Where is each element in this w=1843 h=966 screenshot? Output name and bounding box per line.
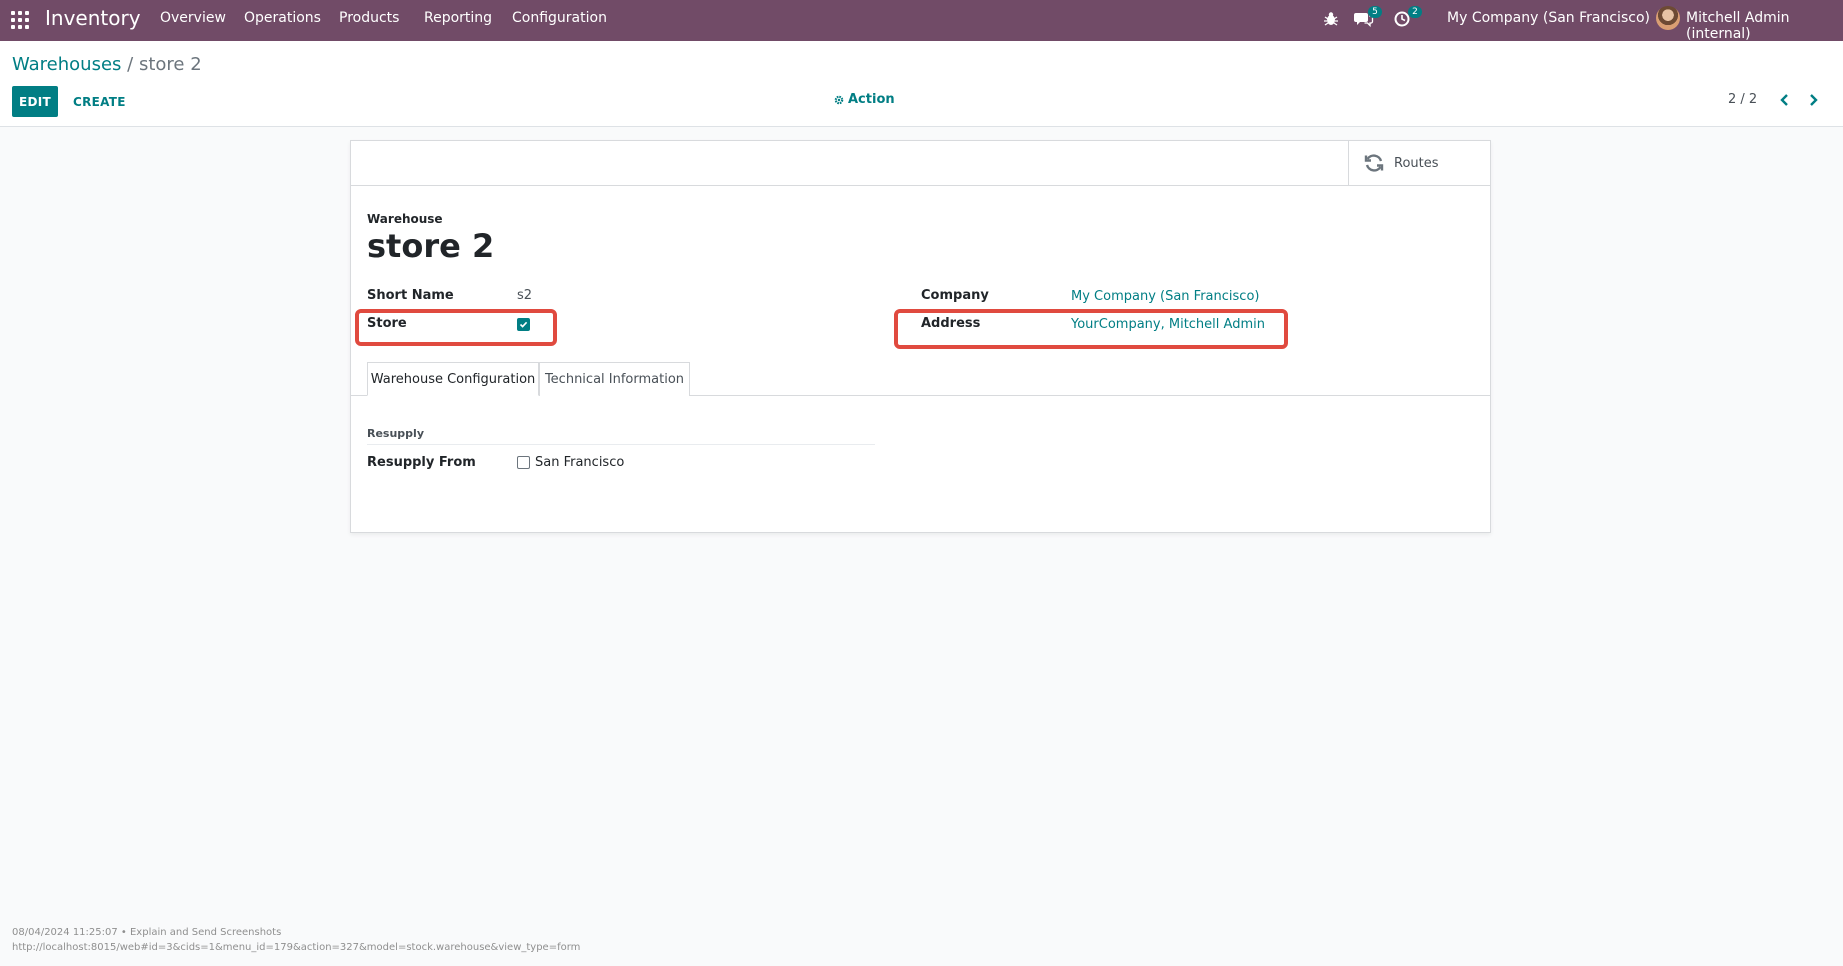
resupply-group-title: Resupply (367, 427, 424, 440)
company-switcher[interactable]: My Company (San Francisco) (1447, 10, 1650, 26)
apps-menu-icon[interactable] (11, 11, 29, 29)
company-value-link[interactable]: My Company (San Francisco) (1071, 289, 1259, 304)
top-navbar: Inventory Overview Operations Products R… (0, 0, 1843, 42)
breadcrumb-warehouses-link[interactable]: Warehouses (12, 54, 121, 75)
resupply-san-francisco-checkbox[interactable] (517, 456, 530, 469)
pager-value[interactable]: 2 / 2 (1728, 92, 1757, 107)
user-avatar[interactable] (1656, 6, 1680, 30)
footer-timestamp: 08/04/2024 11:25:07 • Explain and Send S… (12, 927, 282, 938)
company-label: Company (921, 288, 989, 303)
action-menu-button[interactable]: Action (834, 92, 895, 107)
short-name-label: Short Name (367, 288, 454, 303)
messages-count-badge: 5 (1368, 6, 1382, 18)
resupply-group-separator (367, 444, 875, 445)
gear-icon (834, 95, 844, 104)
tab-technical-information[interactable]: Technical Information (539, 362, 690, 396)
short-name-value: s2 (517, 288, 533, 303)
breadcrumb-current: store 2 (138, 54, 202, 75)
debug-bug-icon[interactable] (1322, 10, 1342, 30)
breadcrumb: Warehouses / store 2 (12, 54, 202, 76)
activities-clock-icon[interactable]: 2 (1394, 6, 1422, 30)
smart-button-box: Routes (351, 141, 1490, 186)
messages-icon[interactable]: 5 (1354, 6, 1382, 30)
pager-next-chevron-right-icon[interactable] (1803, 90, 1823, 110)
create-button[interactable]: CREATE (67, 86, 132, 117)
form-sheet: Routes Warehouse store 2 Short Name s2 S… (350, 140, 1491, 533)
resupply-option-label: San Francisco (535, 455, 625, 470)
resupply-from-label: Resupply From (367, 455, 476, 470)
menu-products[interactable]: Products (339, 10, 399, 26)
store-highlight-box (355, 309, 557, 346)
menu-overview[interactable]: Overview (160, 10, 226, 26)
warehouse-name: store 2 (367, 227, 495, 265)
footer-url: http://localhost:8015/web#id=3&cids=1&me… (12, 942, 581, 953)
address-highlight-box (894, 309, 1288, 349)
title-caption: Warehouse (367, 212, 443, 226)
edit-button[interactable]: EDIT (12, 86, 58, 117)
user-menu[interactable]: Mitchell Admin (internal) (1686, 10, 1843, 42)
menu-operations[interactable]: Operations (244, 10, 321, 26)
action-label: Action (848, 92, 895, 107)
routes-smart-button[interactable]: Routes (1348, 141, 1490, 185)
menu-configuration[interactable]: Configuration (512, 10, 607, 26)
pager-previous-chevron-left-icon[interactable] (1775, 90, 1795, 110)
routes-label: Routes (1394, 155, 1439, 171)
activities-count-badge: 2 (1408, 6, 1422, 18)
tab-warehouse-configuration[interactable]: Warehouse Configuration (367, 362, 539, 396)
menu-reporting[interactable]: Reporting (424, 10, 492, 26)
refresh-icon (1364, 154, 1384, 172)
breadcrumb-separator: / (127, 54, 134, 75)
app-brand[interactable]: Inventory (45, 6, 141, 30)
